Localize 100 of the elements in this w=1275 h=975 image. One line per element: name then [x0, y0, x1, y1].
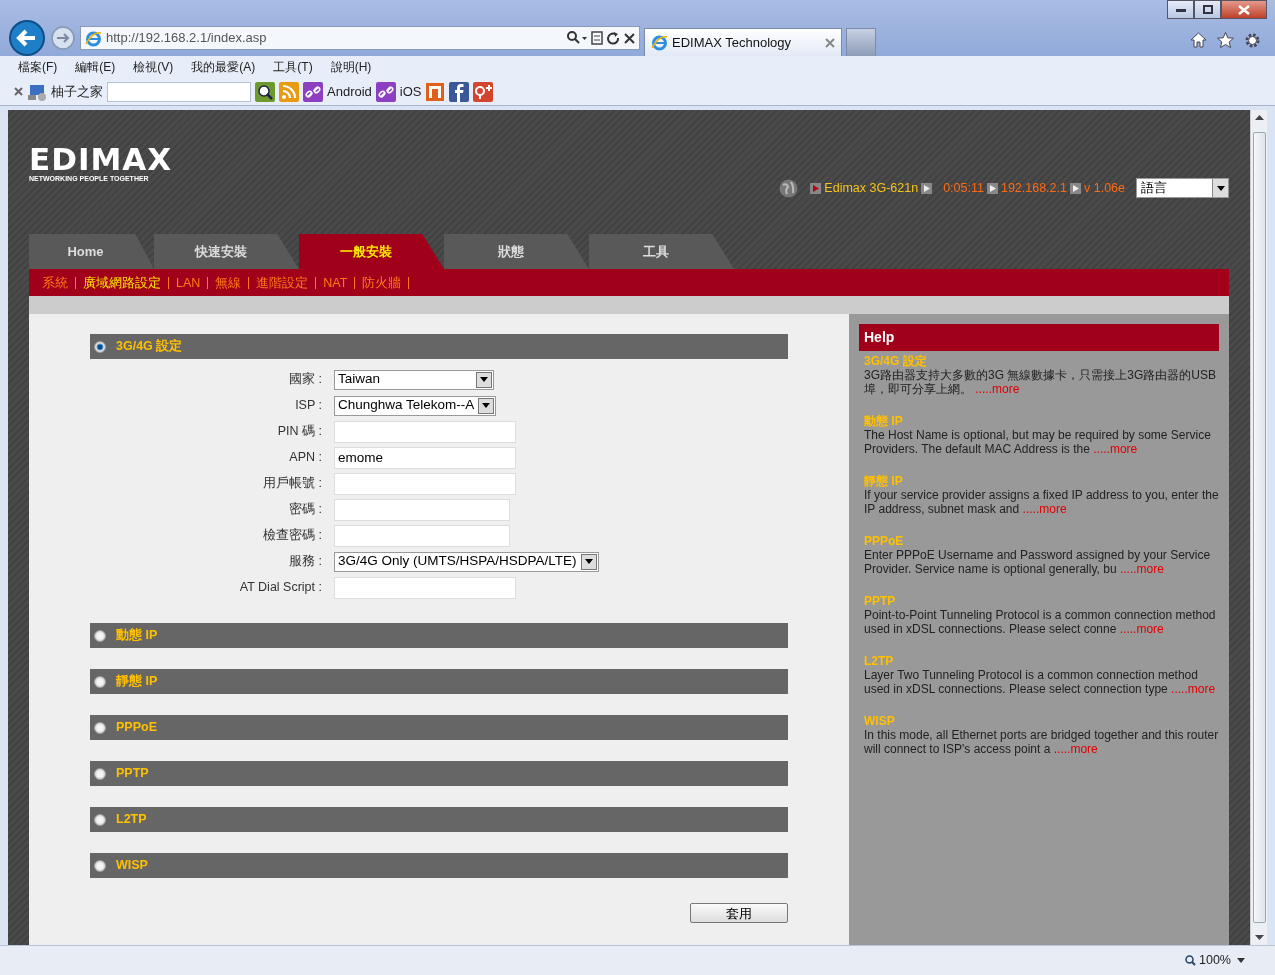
- forward-icon[interactable]: [50, 25, 76, 51]
- help-text: Enter PPPoE Username and Password assigned by your Service Provider. Service name is optional generally, bu .....more: [864, 548, 1212, 576]
- section-header[interactable]: PPTP: [90, 761, 788, 786]
- subnav-link[interactable]: 系統: [35, 276, 76, 289]
- radio-button[interactable]: [94, 629, 106, 642]
- menu-item[interactable]: 說明(H): [330, 58, 372, 76]
- select-field[interactable]: Taiwan: [334, 369, 494, 390]
- subnav-link[interactable]: 防火牆: [355, 276, 410, 289]
- subnav-link[interactable]: 進階設定: [249, 276, 317, 289]
- nav-tab[interactable]: 一般安裝: [299, 234, 444, 269]
- link-icon[interactable]: [375, 81, 396, 102]
- back-icon[interactable]: [8, 19, 46, 57]
- nav-tab[interactable]: Home: [29, 234, 154, 269]
- browser-logo-icon: [651, 34, 668, 51]
- menu-item[interactable]: 編輯(E): [75, 58, 116, 76]
- search-field[interactable]: [107, 81, 251, 102]
- section-header[interactable]: 靜態 IP: [90, 669, 788, 694]
- section-header[interactable]: 動態 IP: [90, 623, 788, 648]
- arrow-icon: [986, 182, 998, 194]
- page-icon[interactable]: [591, 31, 603, 45]
- section-header[interactable]: PPPoE: [90, 715, 788, 740]
- stop-icon[interactable]: [624, 32, 635, 44]
- help-heading: WISP: [864, 714, 896, 728]
- subnav-link[interactable]: 廣域網路設定: [76, 276, 169, 289]
- search-icon[interactable]: [567, 31, 587, 45]
- section-header[interactable]: WISP: [90, 853, 788, 878]
- close-button[interactable]: [1221, 0, 1267, 19]
- nav-tab[interactable]: 快速安裝: [154, 234, 299, 269]
- star-icon[interactable]: [1217, 31, 1234, 48]
- input-field[interactable]: [334, 420, 516, 443]
- select-field[interactable]: Chunghwa Telekom--A: [334, 395, 497, 416]
- close-icon[interactable]: [14, 87, 23, 96]
- device-name: Edimax 3G-621n: [824, 179, 919, 197]
- input-field[interactable]: emome: [334, 446, 516, 469]
- radio-button[interactable]: [94, 675, 106, 688]
- ip-address: 192.168.2.1: [1000, 179, 1067, 197]
- dropdown-icon[interactable]: [1237, 958, 1245, 963]
- tab-title: EDIMAX Technology: [672, 33, 792, 52]
- menu-item[interactable]: 工具(T): [273, 58, 313, 76]
- google-plus-icon[interactable]: [473, 81, 494, 102]
- facebook-icon[interactable]: [449, 81, 470, 102]
- section-title: L2TP: [116, 811, 147, 829]
- field-label: 國家 :: [288, 371, 323, 389]
- favorite-link[interactable]: 柚子之家: [51, 81, 103, 102]
- favorite-link[interactable]: iOS: [399, 81, 422, 102]
- browser-tab[interactable]: EDIMAX Technology: [644, 28, 842, 56]
- help-heading: 3G/4G 設定: [864, 354, 928, 368]
- section-title: PPTP: [116, 765, 149, 783]
- home-icon[interactable]: [1190, 31, 1207, 48]
- field-label: APN :: [288, 449, 323, 467]
- language-select[interactable]: 語言: [1136, 178, 1229, 198]
- radio-button[interactable]: [94, 813, 106, 826]
- section-header[interactable]: L2TP: [90, 807, 788, 832]
- zoom-level[interactable]: 100%: [1199, 951, 1231, 970]
- subnav-link[interactable]: 無線: [208, 276, 250, 289]
- subnav-link[interactable]: LAN: [169, 276, 209, 289]
- menu-item[interactable]: 我的最愛(A): [191, 58, 256, 76]
- refresh-icon[interactable]: [607, 31, 620, 45]
- scroll-down-icon[interactable]: [1254, 935, 1264, 941]
- password-field[interactable]: [334, 524, 510, 547]
- input-field[interactable]: [334, 472, 516, 495]
- field-label: ISP :: [294, 397, 323, 415]
- subnav-link[interactable]: NAT: [316, 276, 356, 289]
- maximize-button[interactable]: [1194, 0, 1221, 19]
- apply-button[interactable]: 套用: [690, 903, 788, 923]
- section-header[interactable]: 3G/4G 設定: [90, 334, 788, 359]
- scroll-up-icon[interactable]: [1254, 114, 1264, 120]
- minimize-button[interactable]: [1167, 0, 1194, 19]
- input-field[interactable]: [334, 576, 516, 599]
- radio-button[interactable]: [94, 721, 106, 734]
- nav-tab[interactable]: 狀態: [444, 234, 589, 269]
- menu-item[interactable]: 檔案(F): [18, 58, 58, 76]
- menu-item[interactable]: 檢視(V): [133, 58, 174, 76]
- help-heading: 動態 IP: [864, 414, 904, 428]
- radio-button[interactable]: [94, 340, 106, 353]
- close-icon[interactable]: [825, 37, 835, 48]
- help-text: In this mode, all Ethernet ports are bridged together and this router will connect to ISP's access point a .....more: [864, 728, 1219, 756]
- select-field[interactable]: 3G/4G Only (UMTS/HSPA/HSDPA/LTE): [334, 551, 599, 572]
- logo-text: EDIMAX: [29, 144, 173, 175]
- search-icon[interactable]: [255, 81, 275, 102]
- link-icon[interactable]: [303, 81, 323, 102]
- help-text: Layer Two Tunneling Protocol is a common connection method used in xDSL connections. Please select connection type .....more: [864, 668, 1217, 696]
- password-field[interactable]: [334, 498, 510, 521]
- nav-tab[interactable]: 工具: [589, 234, 734, 269]
- maximize-icon: [1202, 5, 1213, 14]
- favorite-link[interactable]: Android: [327, 81, 372, 102]
- settings-icon[interactable]: [1244, 31, 1261, 49]
- help-heading: L2TP: [864, 654, 895, 668]
- field-label: AT Dial Script :: [238, 579, 323, 597]
- section-title: 動態 IP: [116, 627, 158, 645]
- square-icon[interactable]: [425, 81, 446, 102]
- radio-button[interactable]: [94, 859, 106, 872]
- field-label: 用戶帳號 :: [262, 475, 323, 493]
- zoom-icon: [1185, 955, 1196, 966]
- address-bar[interactable]: http://192.168.2.1/index.asp: [80, 26, 640, 50]
- field-label: 服務 :: [288, 553, 323, 571]
- radio-button[interactable]: [94, 767, 106, 780]
- field-label: PIN 碼 :: [276, 423, 323, 441]
- arrow-icon: [1070, 182, 1081, 194]
- minimize-icon: [1175, 7, 1186, 12]
